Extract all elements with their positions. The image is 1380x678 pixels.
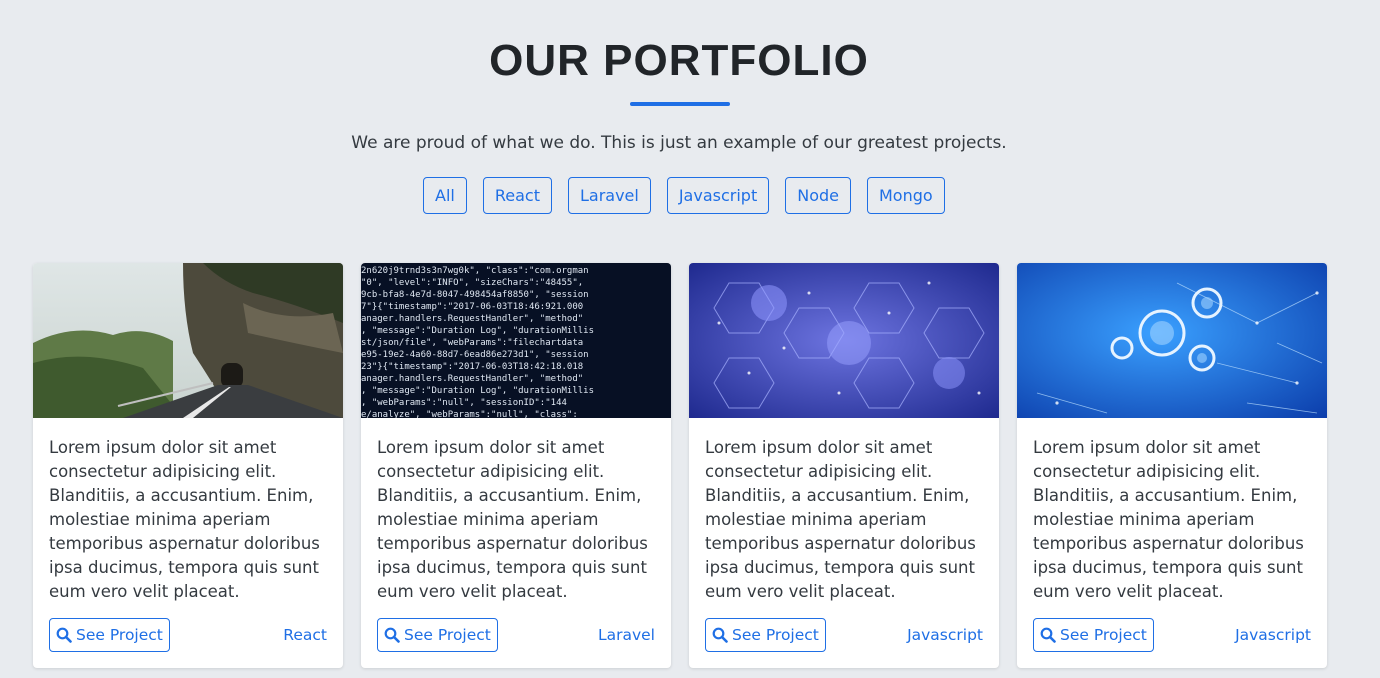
code-screen-image: 2n620j9trnd3s3n7wg0k", "class":"com.orgm… [361,263,671,418]
project-card: Lorem ipsum dolor sit amet consectetur a… [689,263,999,668]
search-icon [384,627,400,643]
project-card: 2n620j9trnd3s3n7wg0k", "class":"com.orgm… [361,263,671,668]
see-project-button[interactable]: See Project [705,618,826,652]
see-project-button[interactable]: See Project [49,618,170,652]
svg-text:, "webParams":"null", "session: , "webParams":"null", "sessionID":"144 [361,398,567,408]
svg-text:2n620j9trnd3s3n7wg0k", "class": 2n620j9trnd3s3n7wg0k", "class":"com.orgm… [361,266,589,276]
svg-text:, "message":"Duration Log", "d: , "message":"Duration Log", "durationMil… [361,386,594,396]
see-project-label: See Project [404,626,491,644]
project-card: Lorem ipsum dolor sit amet consectetur a… [33,263,343,668]
filter-bar: All React Laravel Javascript Node Mongo [423,177,945,214]
filter-node-button[interactable]: Node [785,177,851,214]
filter-mongo-button[interactable]: Mongo [866,177,945,214]
svg-text:anager.handlers.RequestHandler: anager.handlers.RequestHandler", "method… [361,314,583,324]
project-grid: Lorem ipsum dolor sit amet consectetur a… [33,263,1327,668]
project-tag: Laravel [597,626,655,644]
svg-text:, "message":"Duration Log", "d: , "message":"Duration Log", "durationMil… [361,326,594,336]
card-footer: See Project Javascript [1033,618,1311,652]
filter-javascript-button[interactable]: Javascript [666,177,770,214]
svg-text:e/analyze", "webParams":"null": e/analyze", "webParams":"null", "class": [361,410,578,418]
mountain-road-image [33,263,343,418]
filter-all-button[interactable]: All [423,177,467,214]
gears-network-image [1017,263,1327,418]
see-project-label: See Project [732,626,819,644]
search-icon [712,627,728,643]
project-tag: React [283,626,327,644]
see-project-label: See Project [1060,626,1147,644]
card-description: Lorem ipsum dolor sit amet consectetur a… [49,438,320,601]
card-footer: See Project React [49,618,327,652]
page-subtitle: We are proud of what we do. This is just… [351,133,1007,153]
svg-text:9cb-bfa8-4e7d-8047-498454af885: 9cb-bfa8-4e7d-8047-498454af8850", "sessi… [361,290,589,300]
card-description: Lorem ipsum dolor sit amet consectetur a… [1033,438,1304,601]
svg-text:anager.handlers.RequestHandler: anager.handlers.RequestHandler", "method… [361,374,583,384]
card-footer: See Project Laravel [377,618,655,652]
page-title: OUR PORTFOLIO [489,36,869,85]
project-tag: Javascript [907,626,983,644]
see-project-button[interactable]: See Project [377,618,498,652]
project-card: Lorem ipsum dolor sit amet consectetur a… [1017,263,1327,668]
see-project-button[interactable]: See Project [1033,618,1154,652]
svg-text:st/json/file", "webParams":"fi: st/json/file", "webParams":"filechartdat… [361,338,583,348]
svg-text:23"}{"timestamp":"2017-06-03T1: 23"}{"timestamp":"2017-06-03T18:42:18.01… [361,362,583,372]
search-icon [1040,627,1056,643]
see-project-label: See Project [76,626,163,644]
project-tag: Javascript [1235,626,1311,644]
card-description: Lorem ipsum dolor sit amet consectetur a… [377,438,648,601]
title-underline [630,102,730,106]
card-footer: See Project Javascript [705,618,983,652]
filter-react-button[interactable]: React [482,177,552,214]
filter-laravel-button[interactable]: Laravel [567,177,651,214]
hexagon-network-image [689,263,999,418]
svg-text:"0", "level":"INFO", "sizeChar: "0", "level":"INFO", "sizeChars":"48455"… [361,278,583,288]
search-icon [56,627,72,643]
svg-text:7"}{"timestamp":"2017-06-03T18: 7"}{"timestamp":"2017-06-03T18:46:921.00… [361,302,583,312]
portfolio-section: OUR PORTFOLIO We are proud of what we do… [0,0,1380,678]
card-description: Lorem ipsum dolor sit amet consectetur a… [705,438,976,601]
svg-text:e95-19e2-4a60-88d7-6ead86e273d: e95-19e2-4a60-88d7-6ead86e273d1", "sessi… [361,350,589,360]
